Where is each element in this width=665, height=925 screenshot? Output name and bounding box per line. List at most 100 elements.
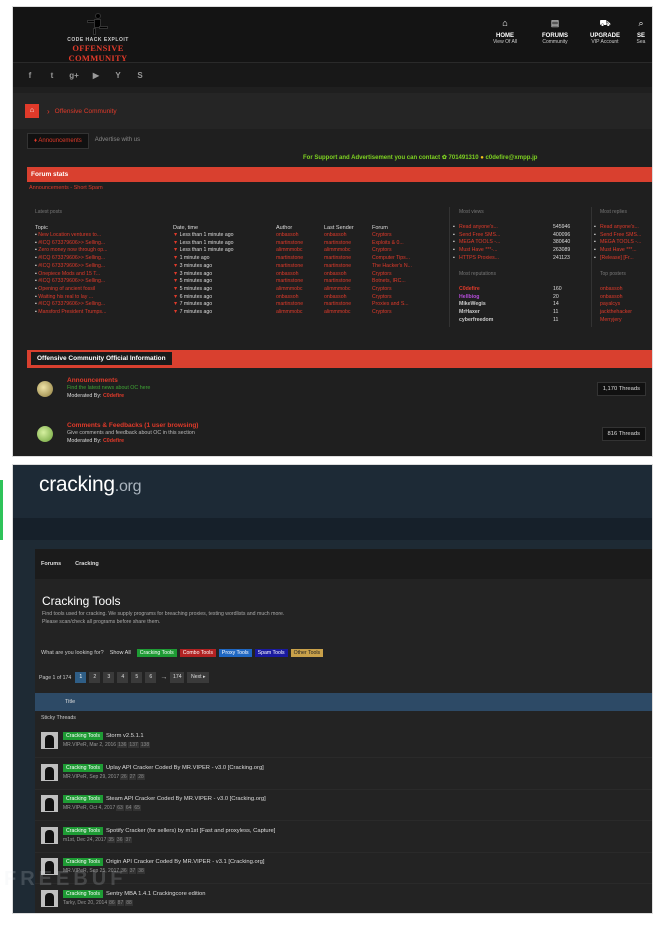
thread-row[interactable]: Cracking Tools Uplay API Cracker Coded By… — [35, 759, 652, 790]
nav-forums[interactable]: ▤ FORUMS Community — [530, 17, 580, 45]
thread-link[interactable]: [Release] [Fr... — [600, 255, 634, 261]
post-forum[interactable]: Cryptors — [372, 232, 392, 238]
page-last[interactable]: 174 — [170, 672, 185, 683]
user-link[interactable]: MrHaxer — [459, 309, 480, 315]
thread-page-link[interactable]: 87 — [116, 899, 125, 906]
top-poster-row[interactable]: onbassoh — [600, 294, 652, 302]
user-link[interactable]: onbassoh — [600, 286, 623, 292]
thread-row[interactable]: Cracking Tools Steam API Cracker Coded By… — [35, 790, 652, 821]
post-topic[interactable]: Onepiece Mods and 15 T... — [35, 271, 100, 277]
next-page-button[interactable]: Next ▸ — [187, 672, 210, 683]
thread-page-link[interactable]: 86 — [108, 899, 116, 906]
filter-combo-tools[interactable]: Combo Tools — [179, 649, 216, 657]
filter-proxy-tools[interactable]: Proxy Tools — [218, 649, 252, 657]
page-4[interactable]: 4 — [117, 672, 129, 683]
thread-row[interactable]: Cracking Tools Origin API Cracker Coded B… — [35, 853, 652, 884]
page-1[interactable]: 1 — [75, 672, 87, 683]
latest-post-row[interactable]: #ICQ 673379606>> Selling... 5 minutes ago… — [13, 278, 652, 286]
most-viewed-row[interactable]: ▪ Read anyone's... 545946 — [453, 224, 609, 232]
post-author[interactable]: alimmmobc — [276, 309, 303, 315]
filter-cracking-tools[interactable]: Cracking Tools — [136, 649, 177, 657]
post-last-sender[interactable]: onbassoh — [324, 271, 347, 277]
filter-other-tools[interactable]: Other Tools — [290, 649, 324, 657]
thread-page-link[interactable]: 65 — [133, 805, 141, 811]
most-replied-row[interactable]: ▪ Read anyone's... — [594, 224, 652, 232]
most-viewed-row[interactable]: ▪ Must Have ***-... 263089 — [453, 247, 609, 255]
top-poster-row[interactable]: Merryjery — [600, 317, 652, 325]
most-replied-row[interactable]: ▪ [Release] [Fr... — [594, 255, 652, 263]
reputation-row[interactable]: C0defire 160 — [459, 286, 609, 294]
post-forum[interactable]: Cryptors — [372, 247, 392, 253]
post-topic[interactable]: New Location ventures to... — [35, 232, 101, 238]
thread-link[interactable]: HTTPS Proxies... — [459, 255, 499, 261]
forum-row-feedback[interactable]: Comments & Feedbacks (1 user browsing) G… — [27, 418, 652, 456]
most-viewed-row[interactable]: ▪ HTTPS Proxies... 241123 — [453, 255, 609, 263]
post-topic[interactable]: #ICQ 673379606>> Selling... — [35, 278, 105, 284]
user-link[interactable]: payalcys — [600, 301, 620, 307]
top-poster-row[interactable]: payalcys — [600, 301, 652, 309]
user-link[interactable]: MikeWegis — [459, 301, 486, 307]
post-author[interactable]: onbassoh — [276, 232, 299, 238]
reputation-row[interactable]: cyberfreedom 11 — [459, 317, 609, 325]
thread-page-link[interactable]: 63 — [116, 805, 124, 811]
thread-row[interactable]: Cracking Tools Spotify Cracker (for selle… — [35, 822, 652, 853]
post-last-sender[interactable]: onbassoh — [324, 232, 347, 238]
thread-title[interactable]: Steam API Cracker Coded By MR.VIPER - v3… — [106, 796, 266, 802]
post-last-sender[interactable]: alimmmobc — [324, 286, 351, 292]
thread-link[interactable]: MEGA TOOLS -... — [600, 239, 641, 245]
post-topic[interactable]: #ICQ 673379606>> Selling... — [35, 263, 105, 269]
thread-author-date[interactable]: MR.VIPeR, Oct 4, 2017 — [63, 805, 115, 811]
user-link[interactable]: C0defire — [459, 286, 480, 292]
thread-row[interactable]: Cracking Tools Storm v2.5.1.1 MR.VIPeR, Ma… — [35, 727, 652, 758]
thread-page-link[interactable]: 138 — [139, 742, 151, 748]
site-logo[interactable]: cracking.org — [39, 473, 141, 497]
thread-page-link[interactable]: 26 — [120, 773, 128, 780]
post-last-sender[interactable]: martinstone — [324, 278, 351, 284]
thread-prefix-tag[interactable]: Cracking Tools — [63, 858, 103, 866]
post-last-sender[interactable]: martinstone — [324, 240, 351, 246]
most-replied-row[interactable]: ▪ MEGA TOOLS -... — [594, 239, 652, 247]
avatar[interactable] — [41, 795, 58, 812]
thread-prefix-tag[interactable]: Cracking Tools — [63, 732, 103, 740]
google-plus-icon[interactable]: g+ — [63, 71, 85, 80]
thread-author-date[interactable]: Tarky, Dec 20, 2014 — [63, 900, 107, 906]
page-5[interactable]: 5 — [131, 672, 143, 683]
reputation-row[interactable]: MikeWegis 14 — [459, 301, 609, 309]
stats-links[interactable]: Announcements - Short Spam — [29, 185, 103, 191]
skype-icon[interactable]: S — [129, 71, 151, 80]
thread-page-link[interactable]: 137 — [128, 742, 139, 748]
top-poster-row[interactable]: onbassoh — [600, 286, 652, 294]
page-6[interactable]: 6 — [145, 672, 157, 683]
column-title[interactable]: Title — [35, 693, 652, 711]
breadcrumb-item[interactable]: Offensive Community — [55, 108, 117, 115]
site-logo[interactable]: CODE HACK EXPLOIT OFFENSIVE COMMUNITY — [43, 13, 153, 63]
latest-post-row[interactable]: Onepiece Mods and 15 T... 3 minutes ago on… — [13, 271, 652, 279]
breadcrumb-forums[interactable]: Forums — [41, 561, 61, 567]
nav-search[interactable]: ⌕ SE Sea — [630, 17, 652, 45]
thread-link[interactable]: Must Have ***... — [600, 247, 637, 253]
post-last-sender[interactable]: onbassoh — [324, 294, 347, 300]
post-forum[interactable]: Cryptors — [372, 271, 392, 277]
post-forum[interactable]: Cryptors — [372, 286, 392, 292]
most-replied-row[interactable]: ▪ Send Free SMS... — [594, 232, 652, 240]
twitter-icon[interactable]: t — [41, 71, 63, 80]
post-topic[interactable]: Zero money now through op... — [35, 247, 107, 253]
filter-spam-tools[interactable]: Spam Tools — [254, 649, 288, 657]
thread-title[interactable]: Uplay API Cracker Coded By MR.VIPER - v3… — [106, 765, 264, 771]
post-author[interactable]: martinstone — [276, 278, 303, 284]
thread-page-link[interactable]: 35 — [107, 836, 115, 843]
thread-page-link[interactable]: 88 — [125, 899, 133, 906]
post-topic[interactable]: #ICQ 673379606>> Selling... — [35, 240, 105, 246]
forum-title[interactable]: Comments & Feedbacks (1 user browsing) — [67, 422, 198, 429]
user-link[interactable]: jackthehacker — [600, 309, 632, 315]
nav-upgrade[interactable]: ⛟ UPGRADE VIP Account — [580, 17, 630, 45]
post-last-sender[interactable]: martinstone — [324, 301, 351, 307]
post-forum[interactable]: Computer Tips... — [372, 255, 410, 261]
post-author[interactable]: onbassoh — [276, 294, 299, 300]
thread-title[interactable]: Origin API Cracker Coded By MR.VIPER - v… — [106, 859, 265, 865]
most-viewed-row[interactable]: ▪ MEGA TOOLS -... 380640 — [453, 239, 609, 247]
post-last-sender[interactable]: alimmmobc — [324, 247, 351, 253]
post-topic[interactable]: Mansford President Trumps... — [35, 309, 106, 315]
facebook-icon[interactable]: f — [19, 71, 41, 80]
thread-page-link[interactable]: 37 — [124, 836, 133, 843]
